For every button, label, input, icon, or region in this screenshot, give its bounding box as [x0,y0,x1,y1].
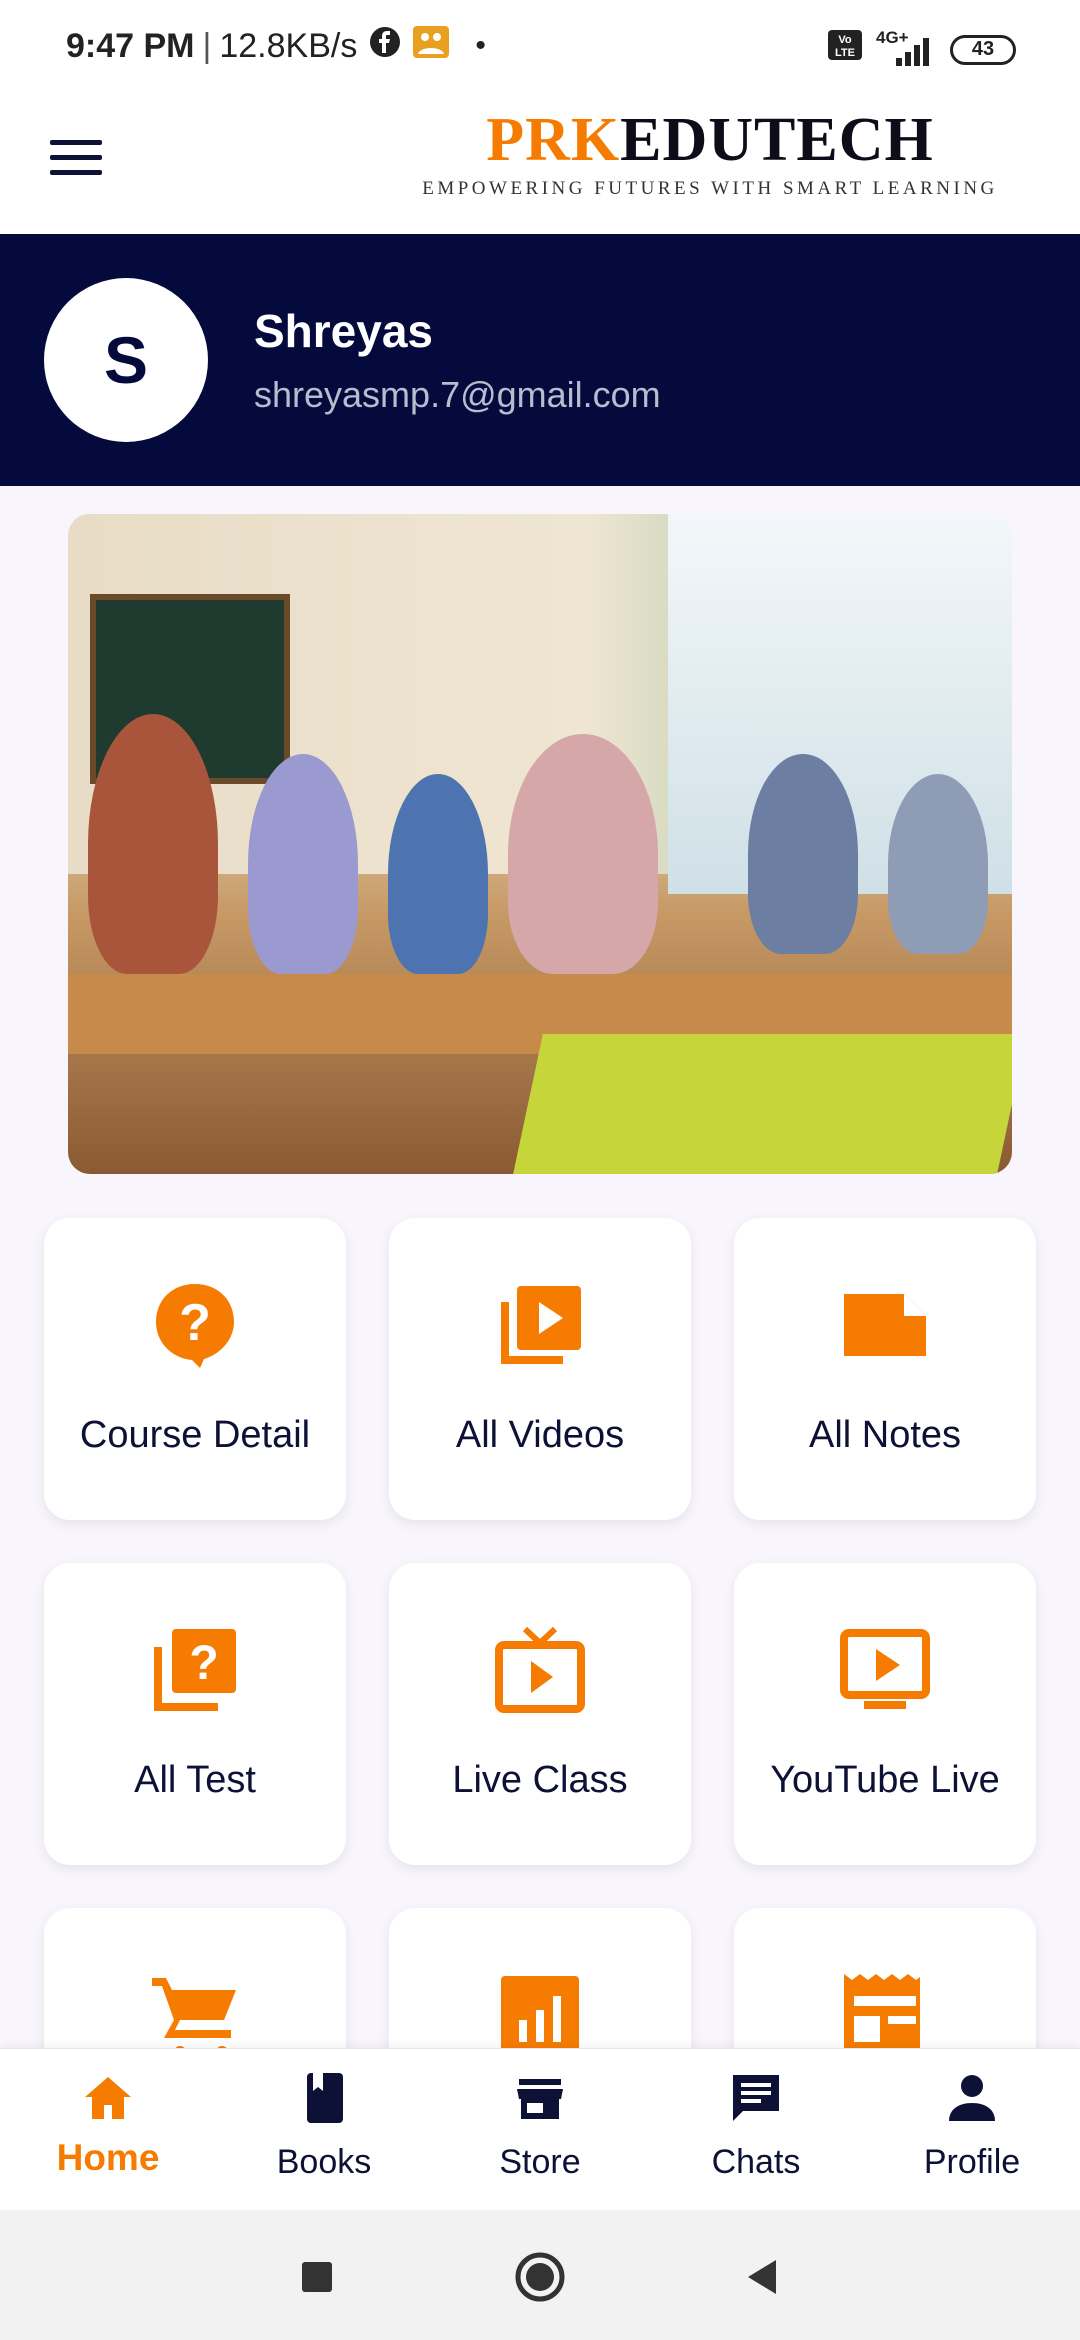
classroom-banner-image [68,514,1012,1174]
facebook-icon [369,26,401,67]
nav-home[interactable]: Home [0,2071,216,2191]
app-bar: PRKEDUTECH EMPOWERING FUTURES WITH SMART… [0,92,1080,234]
all-notes-card[interactable]: All Notes [734,1218,1036,1520]
hamburger-menu-icon[interactable] [50,140,102,176]
banner-student [748,754,858,954]
store-icon [513,2071,567,2125]
profile-email: shreyasmp.7@gmail.com [254,374,661,415]
status-separator: | [202,26,212,65]
cart-icon [150,1970,240,2060]
gallery-notification-icon [413,25,450,67]
banner-student [248,754,358,974]
all-test-card[interactable]: ? All Test [44,1563,346,1865]
dot-icon: • [475,29,486,62]
book-icon [297,2071,351,2125]
battery-icon: 43 [950,34,1016,65]
status-speed: 12.8KB/s [219,26,358,65]
person-icon [945,2071,999,2125]
logo-tagline: EMPOWERING FUTURES WITH SMART LEARNING [422,178,998,199]
course-detail-card[interactable]: ? Course Detail [44,1218,346,1520]
nav-store[interactable]: Store [432,2071,648,2191]
avatar[interactable]: S [44,278,208,442]
live-class-card[interactable]: Live Class [389,1563,691,1865]
status-time: 9:47 PM [66,26,195,65]
card-label: YouTube Live [770,1759,1000,1801]
svg-text:?: ? [179,1294,211,1352]
banner-student [88,714,218,974]
banner-student [888,774,988,954]
recent-apps-icon[interactable] [290,2250,344,2304]
home-circle-icon[interactable] [513,2250,567,2304]
nav-label: Home [56,2137,160,2178]
volte-icon: Vo LTE [828,30,862,69]
chat-icon [729,2071,783,2125]
brand-part-2: EDUTECH [620,106,934,174]
nav-label: Profile [923,2143,1021,2181]
brand-part-1: PRK [486,106,621,174]
help-bubble-icon: ? [150,1280,240,1370]
nav-label: Chats [711,2143,801,2181]
nav-books[interactable]: Books [216,2071,432,2191]
svg-text:LTE: LTE [835,47,855,59]
receipt-icon [840,1970,930,2060]
nav-label: Books [276,2143,372,2181]
video-library-icon [495,1280,585,1370]
status-bar: 9:47 PM | 12.8KB/s • Vo LTE 4G+ 43 [0,0,1080,92]
banner-student [508,734,658,974]
nav-label: Store [499,2143,581,2181]
banner-student [388,774,488,974]
quiz-icon: ? [150,1625,240,1715]
card-label: Live Class [452,1759,628,1801]
back-icon[interactable] [736,2250,790,2304]
nav-chats[interactable]: Chats [648,2071,864,2191]
svg-text:Vo: Vo [838,34,852,46]
card-label: Course Detail [79,1414,311,1456]
youtube-live-card[interactable]: YouTube Live [734,1563,1036,1865]
app-logo: PRKEDUTECH EMPOWERING FUTURES WITH SMART… [420,106,1000,200]
all-videos-card[interactable]: All Videos [389,1218,691,1520]
home-icon [81,2071,135,2125]
note-icon [840,1280,930,1370]
banner-desk [513,1034,1012,1174]
profile-header: S Shreyas shreyasmp.7@gmail.com [0,234,1080,486]
card-label: All Videos [455,1414,625,1456]
profile-name: Shreyas [254,305,434,357]
bottom-navigation: Home Books Store Chats Profile [0,2048,1080,2210]
card-label: All Test [134,1759,256,1801]
bar-chart-icon [495,1970,585,2060]
live-tv-icon [495,1625,585,1715]
system-navigation-bar [0,2210,1080,2340]
signal-icon: 4G+ [876,28,936,68]
logo-brand: PRKEDUTECH [420,106,1000,174]
svg-text:?: ? [189,1637,218,1690]
youtube-play-icon [840,1625,930,1715]
card-label: All Notes [808,1414,962,1456]
nav-profile[interactable]: Profile [864,2071,1080,2191]
